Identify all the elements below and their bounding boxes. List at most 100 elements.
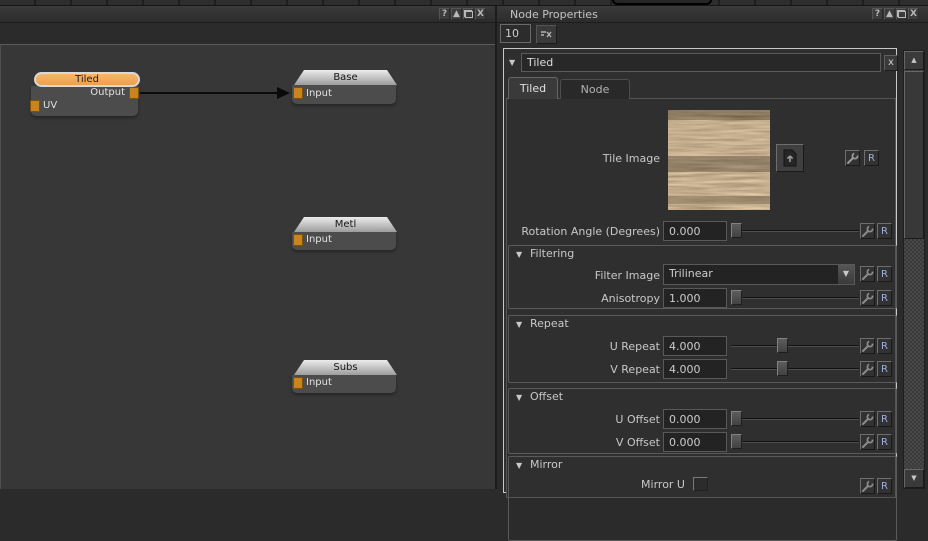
node-subs-header[interactable]: Subs — [294, 360, 397, 375]
anisotropy-reset-button[interactable]: R — [877, 290, 892, 306]
u-repeat-reset-button[interactable]: R — [877, 338, 892, 354]
wrench-icon — [861, 480, 874, 493]
rotation-angle-input[interactable] — [663, 221, 727, 241]
anisotropy-input[interactable] — [663, 288, 727, 308]
filter-image-reset-button[interactable]: R — [877, 266, 892, 282]
help-icon[interactable]: ? — [439, 8, 450, 20]
rotation-reset-button[interactable]: R — [877, 223, 892, 239]
active-top-tab[interactable] — [612, 0, 712, 5]
scrollbar-thumb[interactable] — [904, 71, 924, 239]
metl-input-port[interactable] — [293, 234, 303, 246]
input-port-label: Input — [306, 88, 332, 99]
slider-handle[interactable] — [731, 411, 742, 426]
rotation-angle-slider[interactable] — [731, 222, 859, 239]
v-repeat-wrench-button[interactable] — [860, 361, 875, 377]
wrench-icon — [861, 268, 874, 281]
node-base-header[interactable]: Base — [294, 70, 397, 85]
u-offset-input[interactable] — [663, 409, 727, 429]
node-name-field[interactable] — [521, 53, 881, 72]
tile-image-thumbnail[interactable] — [668, 110, 770, 210]
tiled-output-port[interactable] — [129, 87, 139, 99]
clear-history-icon — [540, 29, 553, 40]
rotation-angle-label: Rotation Angle (Degrees) — [504, 225, 660, 238]
collapse-arrow-icon[interactable]: ▼ — [516, 461, 522, 470]
u-repeat-slider[interactable] — [731, 337, 859, 354]
mirror-u-wrench-button[interactable] — [860, 478, 875, 494]
float-window-icon[interactable] — [463, 8, 474, 20]
mirror-u-reset-button[interactable]: R — [877, 478, 892, 494]
filter-image-dropdown[interactable]: Trilinear ▼ — [663, 264, 855, 285]
slider-handle[interactable] — [731, 223, 742, 238]
slider-handle[interactable] — [731, 290, 742, 305]
node-metl-header[interactable]: Metl — [294, 217, 397, 232]
rotation-wrench-button[interactable] — [860, 223, 875, 239]
v-offset-wrench-button[interactable] — [860, 434, 875, 450]
tab-tiled[interactable]: Tiled — [508, 77, 558, 99]
panel-divider[interactable] — [495, 6, 497, 489]
clear-history-button[interactable] — [536, 25, 557, 44]
anisotropy-label: Anisotropy — [504, 292, 660, 305]
node-base[interactable]: Input — [292, 85, 396, 104]
scroll-up-icon[interactable]: ▲ — [904, 51, 924, 70]
v-repeat-slider[interactable] — [731, 360, 859, 377]
wrench-icon — [861, 340, 874, 353]
shade-icon[interactable]: ▲ — [884, 8, 895, 20]
node-graph-canvas[interactable]: Tiled Output UV Base Input Metl Input Su… — [0, 44, 495, 489]
filter-image-wrench-button[interactable] — [860, 266, 875, 282]
u-repeat-label: U Repeat — [504, 340, 660, 353]
collapse-arrow-icon[interactable]: ▼ — [516, 393, 522, 402]
v-repeat-input[interactable] — [663, 359, 727, 379]
slider-handle[interactable] — [777, 338, 788, 353]
collapse-arrow-icon[interactable]: ▼ — [516, 320, 522, 329]
slider-handle[interactable] — [731, 434, 742, 449]
mirror-groupbox — [508, 456, 897, 541]
close-icon[interactable]: X — [475, 8, 486, 20]
tile-image-wrench-button[interactable] — [845, 150, 860, 166]
node-tiled-header[interactable]: Tiled — [34, 72, 140, 87]
wrench-icon — [846, 152, 859, 165]
shade-icon[interactable]: ▲ — [451, 8, 462, 20]
tile-image-reset-button[interactable]: R — [864, 150, 879, 166]
slider-groove — [731, 418, 859, 420]
remove-properties-button[interactable]: x — [884, 55, 898, 71]
node-tiled[interactable]: Output UV — [31, 86, 138, 116]
v-offset-reset-button[interactable]: R — [877, 434, 892, 450]
input-port-label: Input — [306, 234, 332, 245]
collapse-arrow-icon[interactable]: ▼ — [509, 58, 515, 67]
dropdown-arrow-icon[interactable]: ▼ — [837, 265, 854, 284]
import-image-button[interactable] — [776, 144, 804, 172]
u-offset-reset-button[interactable]: R — [877, 411, 892, 427]
scroll-down-icon[interactable]: ▼ — [904, 469, 924, 488]
node-subs[interactable]: Input — [292, 375, 396, 393]
u-offset-label: U Offset — [504, 413, 660, 426]
slider-groove — [731, 441, 859, 443]
u-offset-slider[interactable] — [731, 410, 859, 427]
v-offset-input[interactable] — [663, 432, 727, 452]
u-offset-wrench-button[interactable] — [860, 411, 875, 427]
v-offset-slider[interactable] — [731, 433, 859, 450]
close-icon[interactable]: X — [908, 8, 919, 20]
slider-handle[interactable] — [777, 361, 788, 376]
wrench-icon — [861, 363, 874, 376]
properties-scrollbar[interactable]: ▲ ▼ — [903, 50, 925, 489]
v-repeat-reset-button[interactable]: R — [877, 361, 892, 377]
subs-input-port[interactable] — [293, 377, 303, 389]
tiled-uv-port[interactable] — [30, 100, 40, 112]
help-icon[interactable]: ? — [872, 8, 883, 20]
anisotropy-wrench-button[interactable] — [860, 290, 875, 306]
tab-node[interactable]: Node — [560, 79, 630, 99]
u-repeat-input[interactable] — [663, 336, 727, 356]
panel-title: Node Properties — [510, 8, 598, 21]
node-metl[interactable]: Input — [292, 232, 396, 250]
dropdown-value: Trilinear — [669, 267, 713, 280]
base-input-port[interactable] — [293, 87, 303, 99]
slider-groove — [731, 368, 859, 370]
connection-wire[interactable] — [140, 92, 278, 94]
float-window-icon[interactable] — [896, 8, 907, 20]
wrench-icon — [861, 292, 874, 305]
u-repeat-wrench-button[interactable] — [860, 338, 875, 354]
input-port-label: Input — [306, 377, 332, 388]
history-count-input[interactable] — [500, 24, 531, 43]
collapse-arrow-icon[interactable]: ▼ — [516, 250, 522, 259]
anisotropy-slider[interactable] — [731, 289, 859, 306]
